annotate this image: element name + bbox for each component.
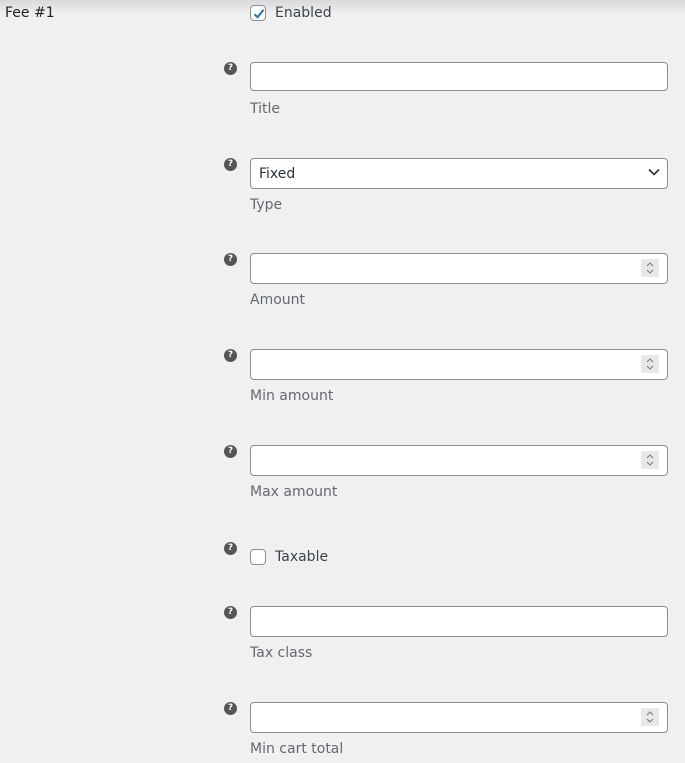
help-icon[interactable]: ?: [224, 606, 237, 619]
help-icon[interactable]: ?: [224, 62, 237, 75]
title-input[interactable]: [250, 62, 668, 91]
title-label: Title: [250, 101, 281, 117]
min-amount-input[interactable]: [250, 349, 668, 380]
taxable-row: ? Taxable: [224, 542, 670, 572]
chevron-down-icon: [648, 168, 660, 176]
type-label: Type: [250, 197, 283, 213]
tax-class-row: ? Tax class: [224, 606, 670, 666]
help-icon[interactable]: ?: [224, 349, 237, 362]
max-amount-label: Max amount: [250, 484, 338, 500]
type-row: ? Fixed Type: [224, 158, 670, 218]
taxable-label: Taxable: [275, 549, 329, 565]
min-amount-label: Min amount: [250, 388, 334, 404]
enabled-checkbox[interactable]: [250, 5, 266, 21]
tax-class-label: Tax class: [250, 645, 313, 661]
number-spinner[interactable]: [641, 355, 659, 373]
number-spinner[interactable]: [641, 451, 659, 469]
taxable-checkbox[interactable]: [250, 549, 266, 565]
help-icon[interactable]: ?: [224, 253, 237, 266]
spinner-arrows-icon: [646, 262, 654, 274]
help-icon[interactable]: ?: [224, 445, 237, 458]
checkmark-icon: [253, 9, 265, 19]
section-title: Fee #1: [5, 5, 55, 21]
type-selected-value: Fixed: [259, 166, 296, 182]
amount-label: Amount: [250, 292, 306, 308]
type-select[interactable]: Fixed: [250, 158, 668, 189]
title-row: ? Title: [224, 62, 670, 122]
min-cart-total-row: ? Min cart total: [224, 702, 670, 762]
amount-row: ? Amount: [224, 253, 670, 313]
enabled-checkbox-label[interactable]: Enabled: [250, 5, 332, 21]
help-icon[interactable]: ?: [224, 702, 237, 715]
enabled-row: Enabled: [224, 5, 670, 25]
max-amount-input[interactable]: [250, 445, 668, 476]
min-cart-total-label: Min cart total: [250, 741, 344, 757]
amount-input[interactable]: [250, 253, 668, 284]
spinner-arrows-icon: [646, 454, 654, 466]
number-spinner[interactable]: [641, 259, 659, 277]
taxable-checkbox-label[interactable]: Taxable: [250, 549, 328, 565]
min-amount-row: ? Min amount: [224, 349, 670, 409]
help-icon[interactable]: ?: [224, 542, 237, 555]
spinner-arrows-icon: [646, 711, 654, 723]
max-amount-row: ? Max amount: [224, 445, 670, 505]
help-icon[interactable]: ?: [224, 158, 237, 171]
number-spinner[interactable]: [641, 708, 659, 726]
tax-class-input[interactable]: [250, 606, 668, 637]
spinner-arrows-icon: [646, 358, 654, 370]
enabled-label: Enabled: [275, 5, 332, 21]
min-cart-total-input[interactable]: [250, 702, 668, 733]
